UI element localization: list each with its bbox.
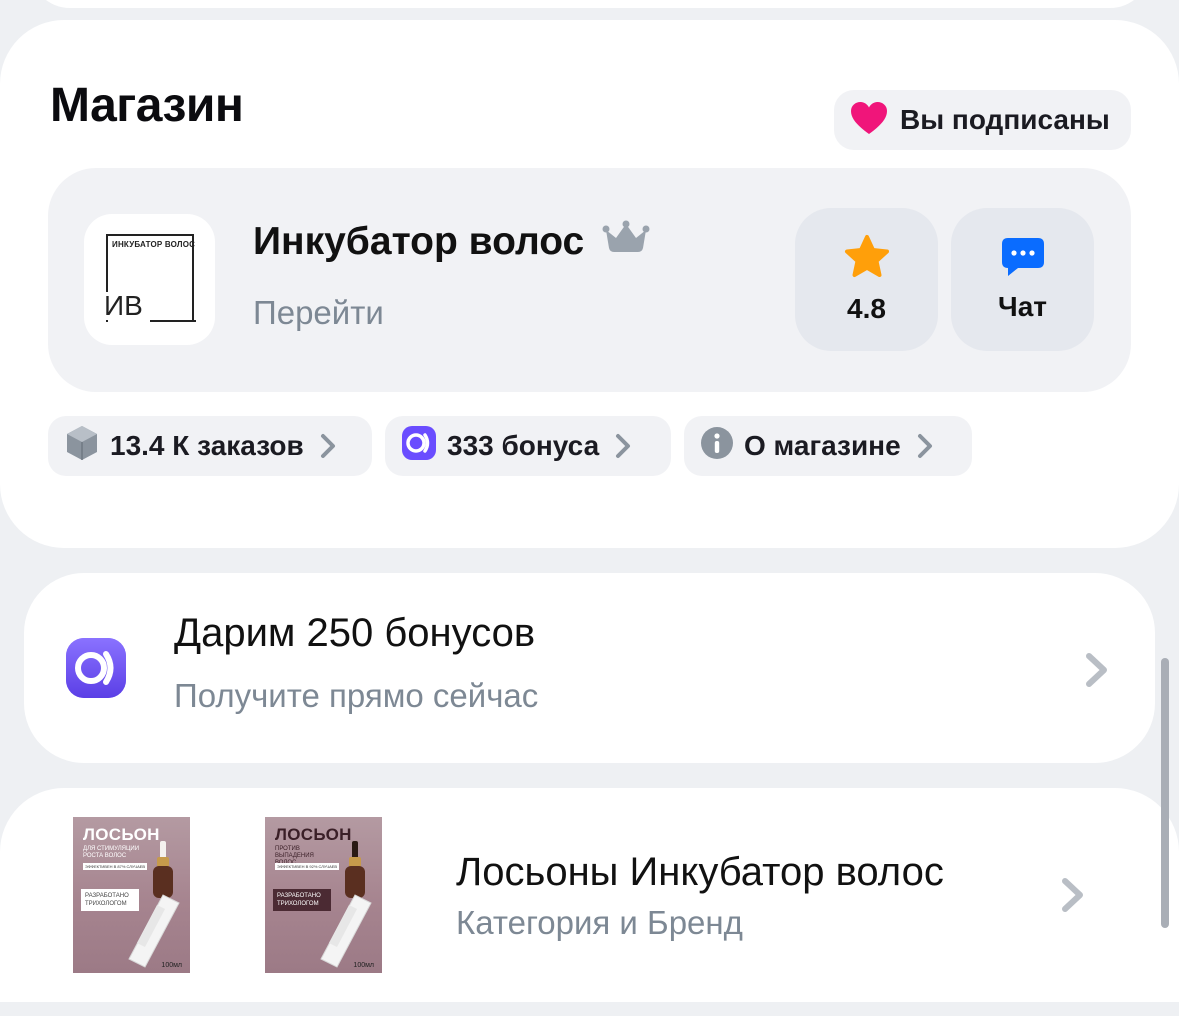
chevron-right-icon [615,433,631,459]
thumb-volume: 100мл [353,962,374,969]
category-card[interactable]: ЛОСЬОН ДЛЯ СТИМУЛЯЦИИ РОСТА ВОЛОС ЭФФЕКТ… [0,788,1179,1002]
logo-underline [150,320,196,322]
chat-tile[interactable]: Чат [951,208,1094,351]
bonus-coin-icon [65,637,127,704]
shop-name[interactable]: Инкубатор волос [253,220,650,264]
logo-frame: ИНКУБАТОР ВОЛОС ИВ [102,234,196,322]
rating-value: 4.8 [847,293,886,324]
chevron-right-icon [1084,651,1110,694]
info-icon [700,426,734,467]
subscribed-label: Вы подписаны [900,104,1110,135]
shop-name-text: Инкубатор волос [253,220,585,263]
heart-icon [850,101,888,140]
store-chips: 13.4 К заказов 333 бонуса О магазине [48,416,972,476]
shop-panel[interactable]: ИНКУБАТОР ВОЛОС ИВ Инкубатор волос Перей… [48,168,1131,392]
product-thumbnail[interactable]: ЛОСЬОН ПРОТИВ ВЫПАДЕНИЯ ВОЛОС ЭФФЕКТИВЕН… [265,817,382,973]
about-store-chip[interactable]: О магазине [684,416,972,476]
chevron-right-icon [320,433,336,459]
thumb-volume: 100мл [161,962,182,969]
bottle-image [123,839,183,973]
logo-initials: ИВ [102,290,145,321]
scrollbar[interactable] [1161,658,1169,928]
bonus-chip[interactable]: 333 бонуса [385,416,671,476]
about-store-label: О магазине [744,430,901,461]
goto-shop-link[interactable]: Перейти [253,294,384,332]
logo-top-text: ИНКУБАТОР ВОЛОС [112,240,196,249]
orders-label: 13.4 К заказов [110,430,304,461]
star-icon [843,234,891,285]
bonus-promo-subtitle: Получите прямо сейчас [174,677,539,714]
product-thumbnail[interactable]: ЛОСЬОН ДЛЯ СТИМУЛЯЦИИ РОСТА ВОЛОС ЭФФЕКТ… [73,817,190,973]
orders-chip[interactable]: 13.4 К заказов [48,416,372,476]
bonus-promo-card[interactable]: Дарим 250 бонусов Получите прямо сейчас [24,573,1155,763]
chevron-right-icon [1060,876,1086,919]
bottle-image [315,839,375,973]
chevron-right-icon [917,433,933,459]
bonus-promo-title: Дарим 250 бонусов [174,611,536,655]
crown-icon [602,220,650,264]
category-subtitle: Категория и Бренд [456,904,743,941]
category-title: Лосьоны Инкубатор волос [456,850,944,894]
rating-tile[interactable]: 4.8 [795,208,938,351]
bonus-coin-icon [401,425,437,468]
subscribed-button[interactable]: Вы подписаны [834,90,1131,150]
chat-bubble-icon [1000,236,1046,283]
store-section-title: Магазин [50,79,244,132]
bonus-label: 333 бонуса [447,430,600,461]
box-icon [64,424,100,469]
previous-card-edge [30,0,1150,8]
chat-label: Чат [998,291,1047,322]
shop-logo[interactable]: ИНКУБАТОР ВОЛОС ИВ [84,214,215,345]
